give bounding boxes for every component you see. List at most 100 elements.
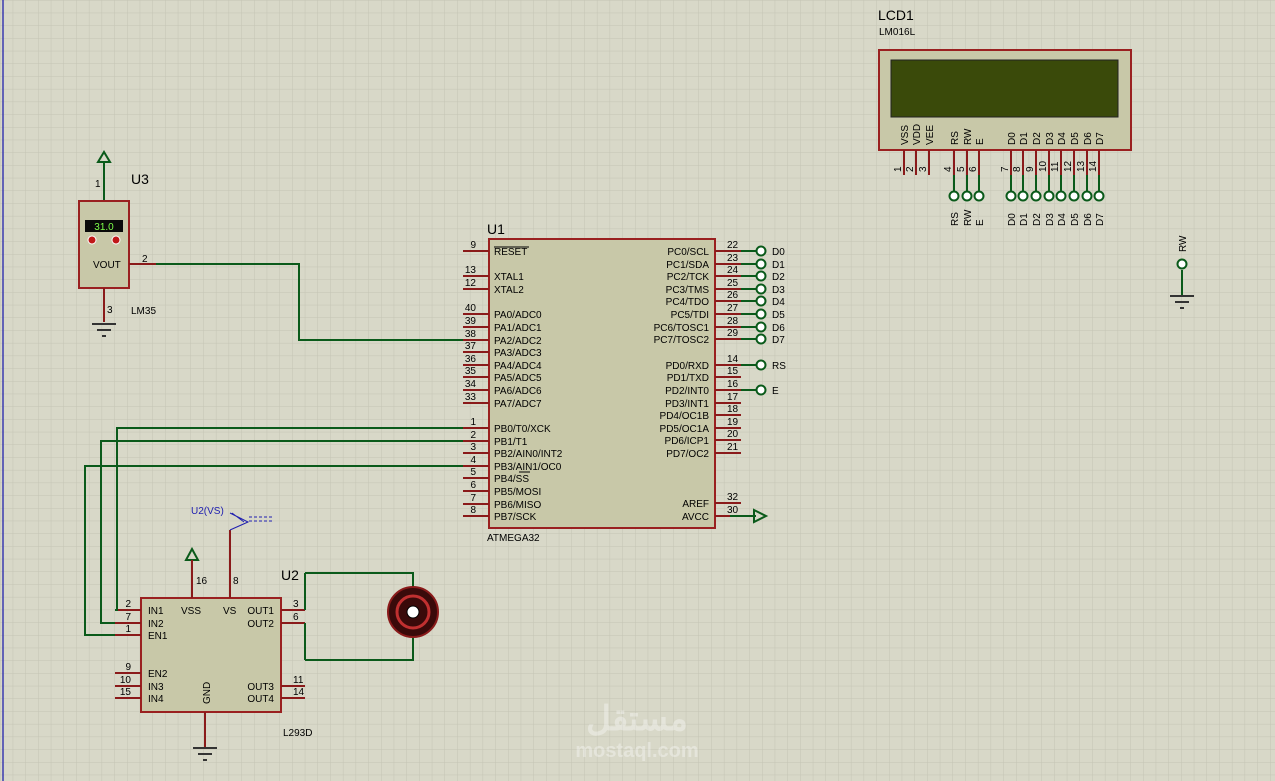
lcd-net-label: D6 <box>1083 213 1094 226</box>
lcd-pin-num: 4 <box>943 166 954 172</box>
lcd-net-terminal[interactable] <box>1005 190 1017 202</box>
u3-pin1-num: 1 <box>95 179 101 190</box>
u2-left-pin-num: 1 <box>125 624 131 635</box>
u1-left-pin-name: PA6/ADC6 <box>494 386 542 397</box>
u2-right-pin-num: 3 <box>293 599 299 610</box>
lcd-pin-name: D4 <box>1057 132 1068 145</box>
u1-net-terminal[interactable] <box>755 270 767 282</box>
u1-left-pin-name: PB6/MISO <box>494 500 541 511</box>
u1-right-pin-name: PD0/RXD <box>666 361 709 372</box>
u3-up-button[interactable] <box>111 235 121 245</box>
u1-right-pin-name: AREF <box>682 499 709 510</box>
u1-left-pin-num: 2 <box>470 430 476 441</box>
lcd-pin-num: 14 <box>1088 160 1099 172</box>
u1-net-terminal[interactable] <box>755 245 767 257</box>
watermark: مستقل mostaql.com <box>575 700 698 762</box>
lcd-net-label: D5 <box>1070 213 1081 226</box>
lcd-net-terminal[interactable] <box>1093 190 1105 202</box>
u2-right-pin-name: OUT3 <box>247 682 274 693</box>
u1-left-pin-name: PB4/SS <box>494 474 529 485</box>
u2-left-pin-name: IN4 <box>148 694 164 705</box>
u2-left-pin-name: EN2 <box>148 669 168 680</box>
u2-left-pin-name: IN3 <box>148 682 164 693</box>
u1-right-pin-num: 18 <box>727 404 739 415</box>
u1-left-pin-num: 12 <box>465 278 477 289</box>
u1-right-pin-num: 23 <box>727 253 739 264</box>
lcd-pin-name: VSS <box>900 125 911 145</box>
u1-net-terminal[interactable] <box>755 295 767 307</box>
u1-net-terminal[interactable] <box>755 283 767 295</box>
u1-left-pin-num: 33 <box>465 392 477 403</box>
u1-net-terminal[interactable] <box>755 359 767 371</box>
atmega32-component[interactable]: U1 ATMEGA32 9RESET13XTAL112XTAL240PA0/AD… <box>463 221 786 544</box>
u1-net-terminal[interactable] <box>755 258 767 270</box>
u1-left-pin-num: 34 <box>465 379 477 390</box>
u2-vss-num: 16 <box>196 576 208 587</box>
u1-right-pin-name: PC7/TOSC2 <box>654 335 710 346</box>
u1-net-terminal[interactable] <box>755 308 767 320</box>
lcd-pin-name: D6 <box>1083 132 1094 145</box>
u3-pin2-num: 2 <box>142 254 148 265</box>
lcd-net-terminal[interactable] <box>973 190 985 202</box>
lcd-net-label: D0 <box>1007 213 1018 226</box>
schematic-canvas: LCD1 LM016L 1 VSS 2 VDD 3 VEE 4 RS RS 5 RW RW 6 E E 7 D0… <box>0 0 1275 781</box>
u1-net-terminal[interactable] <box>755 384 767 396</box>
u1-net-label: D4 <box>772 297 785 308</box>
u1-left-pin-num: 9 <box>470 240 476 251</box>
lcd-net-terminal[interactable] <box>1030 190 1042 202</box>
u1-left-pin-name: XTAL2 <box>494 285 524 296</box>
u1-right-pin-name: PD3/INT1 <box>665 399 709 410</box>
lcd-net-terminal[interactable] <box>948 190 960 202</box>
u2-left-pin-num: 9 <box>125 662 131 673</box>
lcd-net-terminal[interactable] <box>1017 190 1029 202</box>
lcd-net-terminal[interactable] <box>1081 190 1093 202</box>
lcd-pin-num: 3 <box>918 166 929 172</box>
u1-left-pin-name: RESET <box>494 247 527 258</box>
u1-net-terminal[interactable] <box>755 333 767 345</box>
u2-right-pin-name: OUT4 <box>247 694 274 705</box>
rw-terminal-label: RW <box>1178 235 1189 252</box>
u1-left-pin-name: PA1/ADC1 <box>494 323 542 334</box>
u1-left-pin-num: 7 <box>470 493 476 504</box>
lcd-net-terminal[interactable] <box>961 190 973 202</box>
u1-right-pin-num: 32 <box>727 492 739 503</box>
u2-vs-num: 8 <box>233 576 239 587</box>
lcd-net-terminal[interactable] <box>1055 190 1067 202</box>
u3-down-button[interactable] <box>87 235 97 245</box>
u1-net-label: D3 <box>772 285 785 296</box>
u1-net-terminal[interactable] <box>755 321 767 333</box>
rw-terminal[interactable] <box>1176 258 1188 270</box>
lcd-pin-num: 2 <box>905 166 916 172</box>
u1-right-pin-name: PD5/OC1A <box>660 424 710 435</box>
u1-right-pin-num: 14 <box>727 354 739 365</box>
lcd-net-label: E <box>975 219 986 226</box>
watermark-latin: mostaql.com <box>575 740 698 762</box>
lcd-net-terminal[interactable] <box>1043 190 1055 202</box>
u1-left-pin-num: 8 <box>470 505 476 516</box>
u1-right-pin-name: PD2/INT0 <box>665 386 709 397</box>
u2-right-pin-name: OUT1 <box>247 606 274 617</box>
u1-net-label: D0 <box>772 247 785 258</box>
u1-part: ATMEGA32 <box>487 533 540 544</box>
u1-right-pin-num: 25 <box>727 278 739 289</box>
u2-left-pin-name: IN2 <box>148 619 164 630</box>
u1-right-pin-name: PD1/TXD <box>667 373 709 384</box>
u1-right-pin-name: PC4/TDO <box>666 297 710 308</box>
u1-net-label: RS <box>772 361 786 372</box>
u3-body <box>78 200 130 289</box>
lcd-pin-name: VEE <box>925 125 936 145</box>
u2-vss-name: VSS <box>181 606 201 617</box>
u1-right-pin-name: PC3/TMS <box>666 285 710 296</box>
u1-right-pin-num: 19 <box>727 417 739 428</box>
u1-left-pin-num: 37 <box>465 341 477 352</box>
lcd-pin-num: 9 <box>1025 166 1036 172</box>
u2-right-pin-num: 11 <box>293 675 304 686</box>
lcd-net-terminal[interactable] <box>1068 190 1080 202</box>
u1-right-pin-num: 28 <box>727 316 739 327</box>
u1-left-pin-name: PB0/T0/XCK <box>494 424 551 435</box>
u2-right-pin-num: 14 <box>293 687 305 698</box>
lcd-net-label: D2 <box>1032 213 1043 226</box>
u1-left-pin-name: PA7/ADC7 <box>494 399 542 410</box>
u1-left-pin-num: 35 <box>465 366 477 377</box>
u2-gnd-name: GND <box>202 682 213 704</box>
